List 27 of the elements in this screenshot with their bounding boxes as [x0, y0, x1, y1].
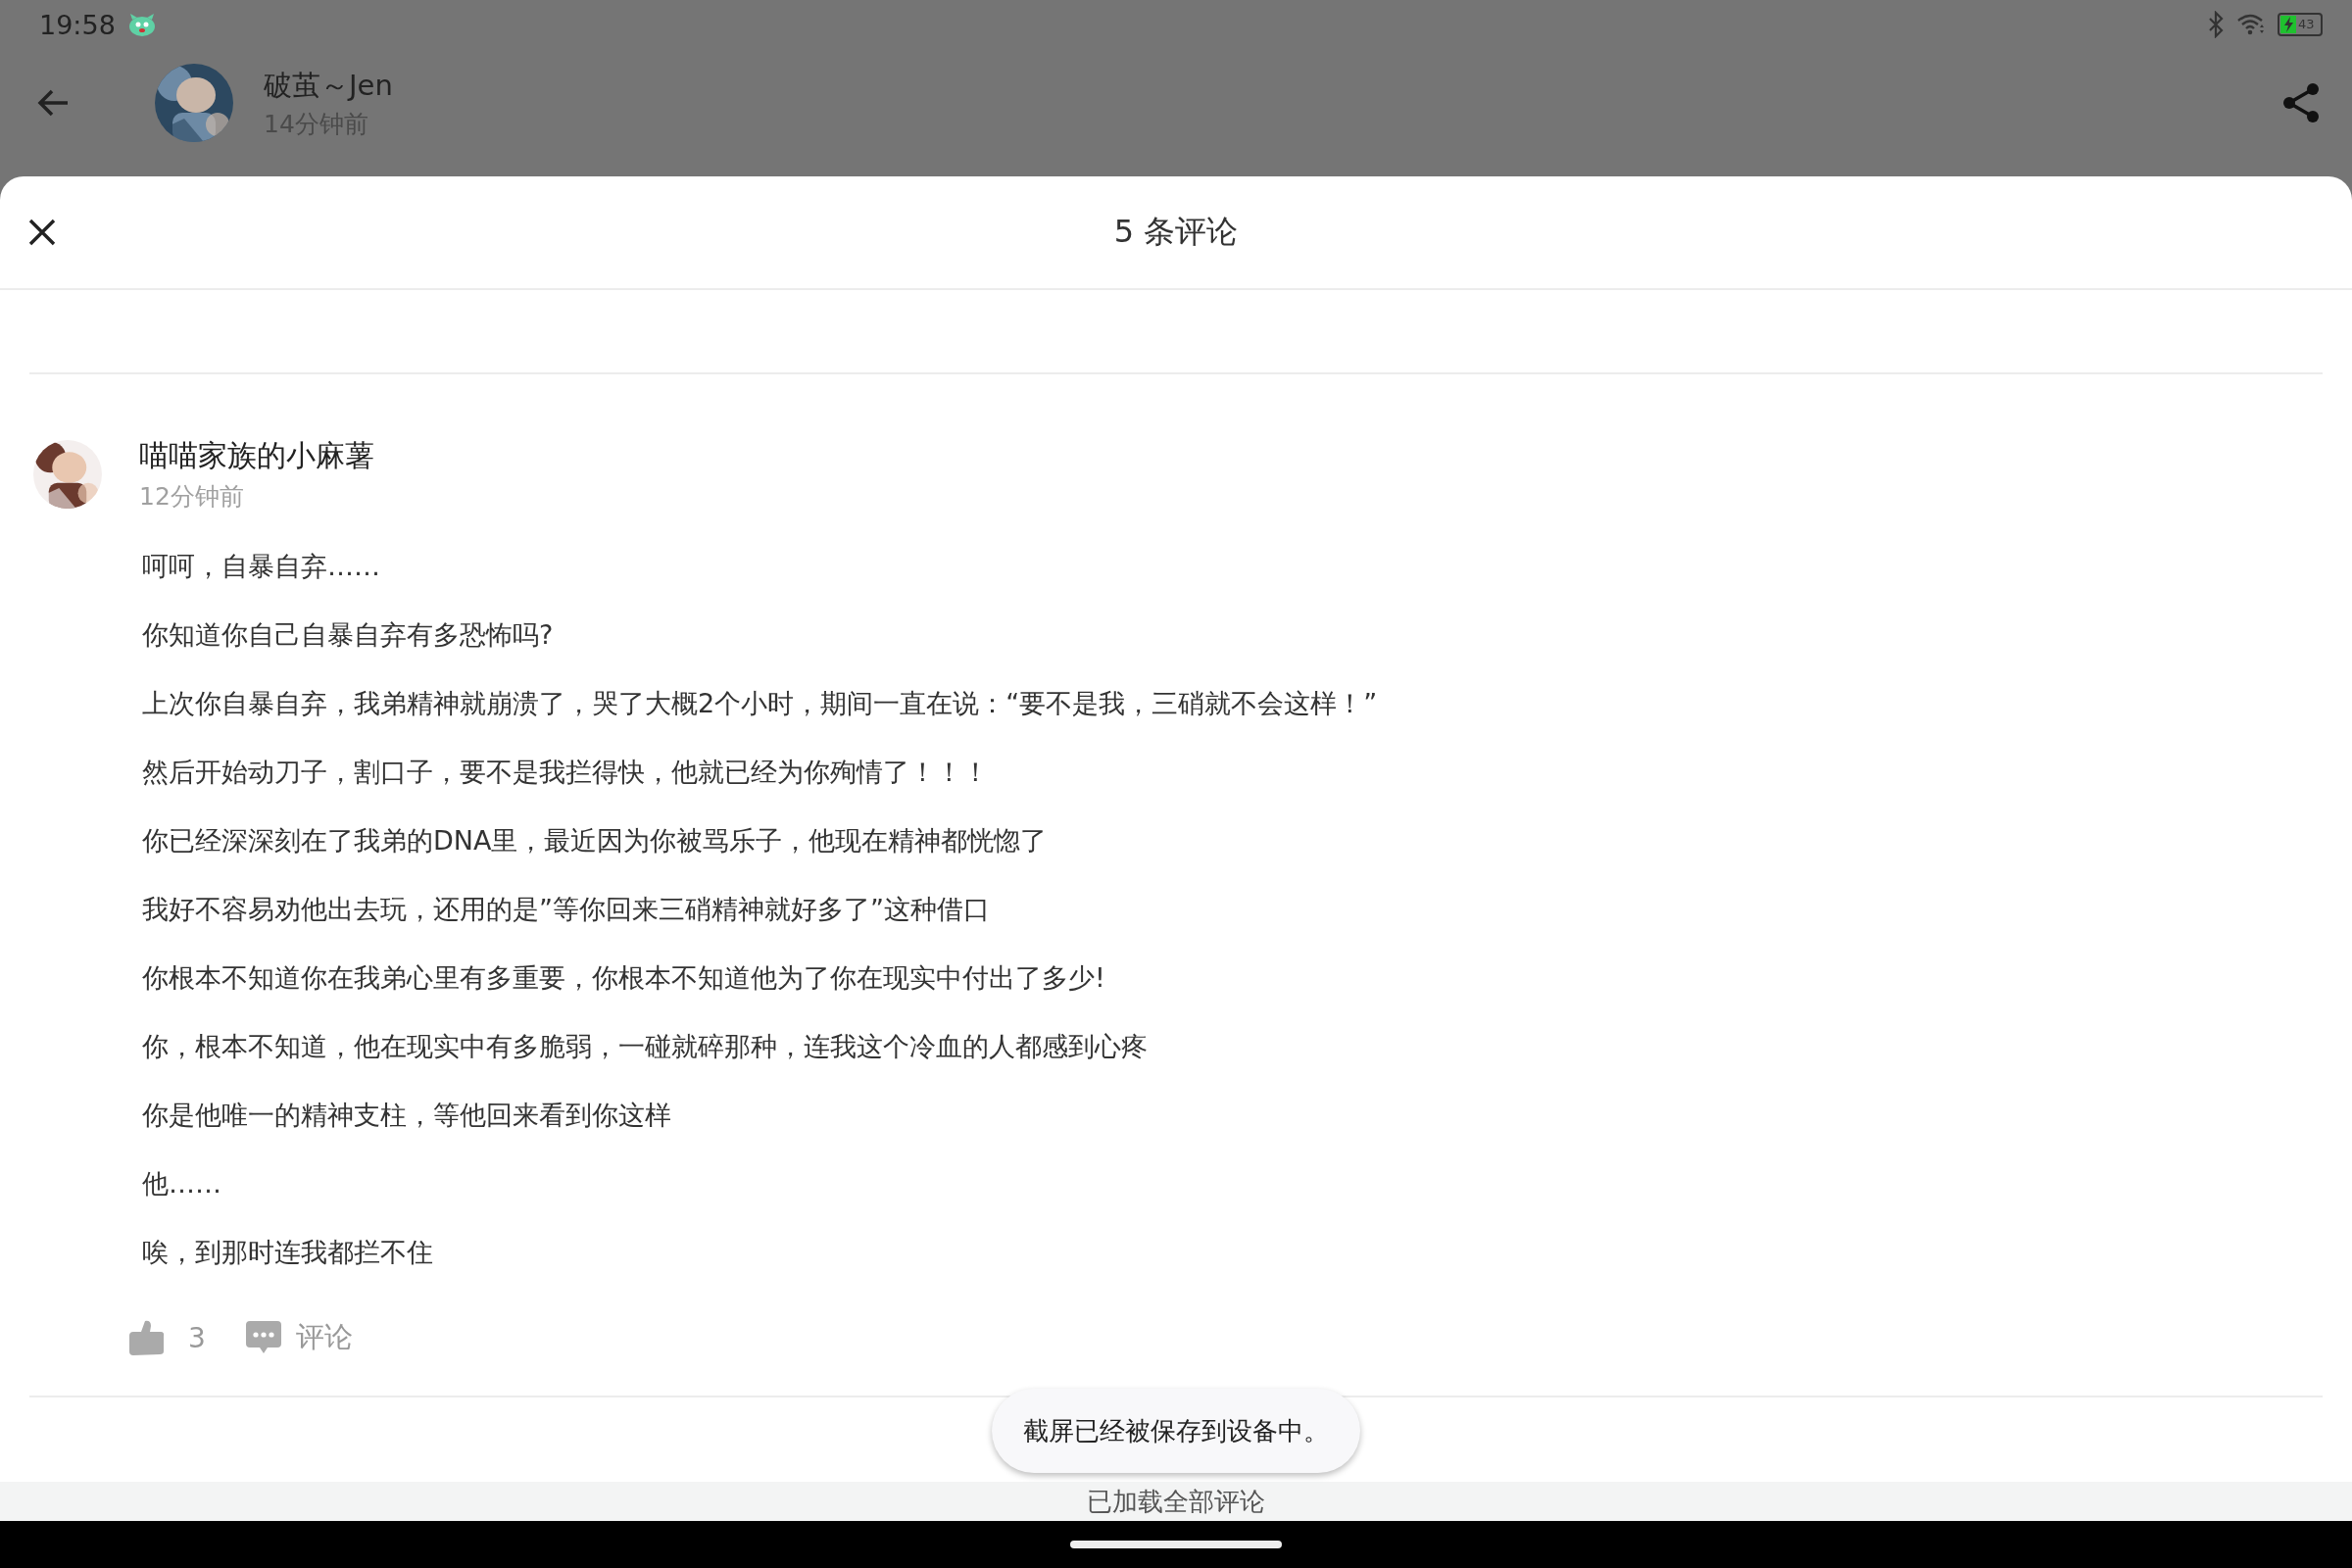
comment-paragraph: 你是他唯一的精神支柱，等他回来看到你这样 [142, 1099, 672, 1132]
author-name: 破茧～Jen [264, 67, 393, 104]
comment-paragraph: 呵呵，自暴自弃…… [142, 550, 381, 583]
comment-paragraph: 然后开始动刀子，割口子，要不是我拦得快，他就已经为你殉情了！！！ [142, 756, 990, 789]
status-time: 19:58 [39, 9, 116, 40]
reply-link[interactable]: 评论 [295, 1318, 353, 1357]
comment-paragraph: 他…… [142, 1167, 222, 1200]
wifi-icon [2236, 12, 2266, 37]
commenter-name: 喵喵家族的小麻薯 [139, 437, 374, 474]
comment-paragraph: 我好不容易劝他出去玩，还用的是”等你回来三硝精神就好多了”这种借口 [142, 893, 991, 926]
comment-icon[interactable] [244, 1320, 282, 1355]
comment-paragraph: 你，根本不知道，他在现实中有多脆弱，一碰就碎那种，连我这个冷血的人都感到心疼 [142, 1030, 1149, 1063]
battery-level: 43 [2298, 16, 2315, 33]
like-count: 3 [188, 1321, 206, 1354]
comment-paragraph: 你根本不知道你在我弟心里有多重要，你根本不知道他为了你在现实中付出了多少! [142, 961, 1106, 995]
thumbs-up-icon[interactable] [127, 1318, 167, 1357]
comment-paragraph: 上次你自暴自弃，我弟精神就崩溃了，哭了大概2个小时，期间一直在说：“要不是我，三硝就不会这样！” [142, 687, 1379, 720]
comment-paragraph: 你已经深深刻在了我弟的DNA里，最近因为你被骂乐子，他现在精神都恍惚了 [142, 824, 1049, 858]
comment-paragraph: 你知道你自己自暴自弃有多恐怖吗? [142, 618, 555, 652]
charging-icon [2280, 16, 2296, 33]
bluetooth-icon [2207, 11, 2225, 38]
sheet-title: 5 条评论 [1113, 212, 1239, 252]
all-loaded-notice: 已加载全部评论 [1087, 1485, 1265, 1518]
toast-message: 截屏已经被保存到设备中。 [992, 1389, 1360, 1473]
comment-paragraph: 唉，到那时连我都拦不住 [142, 1236, 434, 1269]
mascot-icon [126, 12, 157, 37]
comment-time: 12分钟前 [139, 481, 245, 513]
